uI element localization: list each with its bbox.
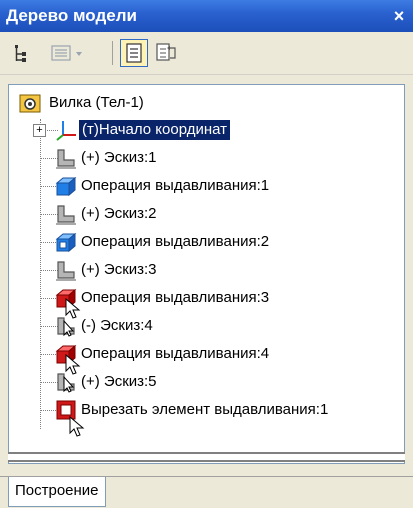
model-tree-window: Дерево модели × Вилка (Тел-1) + (т)Начал… xyxy=(0,0,413,508)
sketch-cursor-icon xyxy=(57,373,75,393)
tree-item-cut-extrude-1[interactable]: Вырезать элемент выдавливания:1 xyxy=(9,396,404,437)
tree-item-label: (т)Начало координат xyxy=(79,120,231,140)
tree-item-label: Операция выдавливания:3 xyxy=(81,289,270,306)
tree-item-label: (+) Эскиз:3 xyxy=(81,261,157,278)
tree-structure-icon[interactable] xyxy=(10,39,38,67)
horizontal-scrollbar[interactable] xyxy=(8,452,405,462)
tree-item-label: (-) Эскиз:4 xyxy=(81,317,153,334)
assembly-part-icon xyxy=(19,94,41,113)
window-title: Дерево модели xyxy=(6,6,137,25)
tree-item-sketch-4[interactable]: (-) Эскиз:4 xyxy=(9,312,404,340)
tree-root[interactable]: Вилка (Тел-1) xyxy=(9,89,404,117)
tree-item-sketch-1[interactable]: (+) Эскиз:1 xyxy=(9,144,404,172)
tree-item-sketch-2[interactable]: (+) Эскиз:2 xyxy=(9,200,404,228)
construction-order-button[interactable] xyxy=(120,39,148,67)
relations-icon xyxy=(156,43,176,61)
list-view-icon xyxy=(51,45,82,61)
tree-item-label: Операция выдавливания:1 xyxy=(81,177,270,194)
tree-item-extrude-3[interactable]: Операция выдавливания:3 xyxy=(9,284,404,319)
tree-item-extrude-4[interactable]: Операция выдавливания:4 xyxy=(9,340,404,375)
toolbar xyxy=(0,32,413,75)
tab-construction[interactable]: Построение xyxy=(8,477,106,507)
tree-item-label: (+) Эскиз:1 xyxy=(81,149,157,166)
tree-item-origin[interactable]: + (т)Начало координат xyxy=(9,116,404,144)
tree-item-sketch-3[interactable]: (+) Эскиз:3 xyxy=(9,256,404,284)
sketch-icon xyxy=(56,205,76,225)
tab-bar: Построение xyxy=(0,476,413,508)
list-view-button[interactable] xyxy=(48,39,88,67)
toolbar-separator xyxy=(112,41,113,65)
sketch-icon xyxy=(56,149,76,169)
tree-item-label: Операция выдавливания:2 xyxy=(81,233,270,250)
origin-axes-icon xyxy=(56,121,76,141)
extrude-blue-icon xyxy=(55,232,77,253)
relations-button[interactable] xyxy=(152,39,180,67)
close-icon[interactable]: × xyxy=(389,0,409,32)
construction-order-icon xyxy=(126,43,142,63)
tree-item-extrude-1[interactable]: Операция выдавливания:1 xyxy=(9,172,404,200)
tree-item-label: (+) Эскиз:5 xyxy=(81,373,157,390)
sketch-cursor-icon xyxy=(57,317,75,337)
tree-root-label: Вилка (Тел-1) xyxy=(49,94,144,111)
title-bar: Дерево модели × xyxy=(0,0,413,32)
sketch-icon xyxy=(56,261,76,281)
tree-item-sketch-5[interactable]: (+) Эскиз:5 xyxy=(9,368,404,396)
tree-item-label: Операция выдавливания:4 xyxy=(81,345,270,362)
expand-plus-icon[interactable]: + xyxy=(33,124,46,137)
tree-item-label: Вырезать элемент выдавливания:1 xyxy=(81,401,329,418)
tree-item-label: (+) Эскиз:2 xyxy=(81,205,157,222)
model-tree: Вилка (Тел-1) + (т)Начало координат (+) … xyxy=(8,84,405,464)
extrude-blue-icon xyxy=(55,176,77,197)
tree-item-extrude-2[interactable]: Операция выдавливания:2 xyxy=(9,228,404,256)
